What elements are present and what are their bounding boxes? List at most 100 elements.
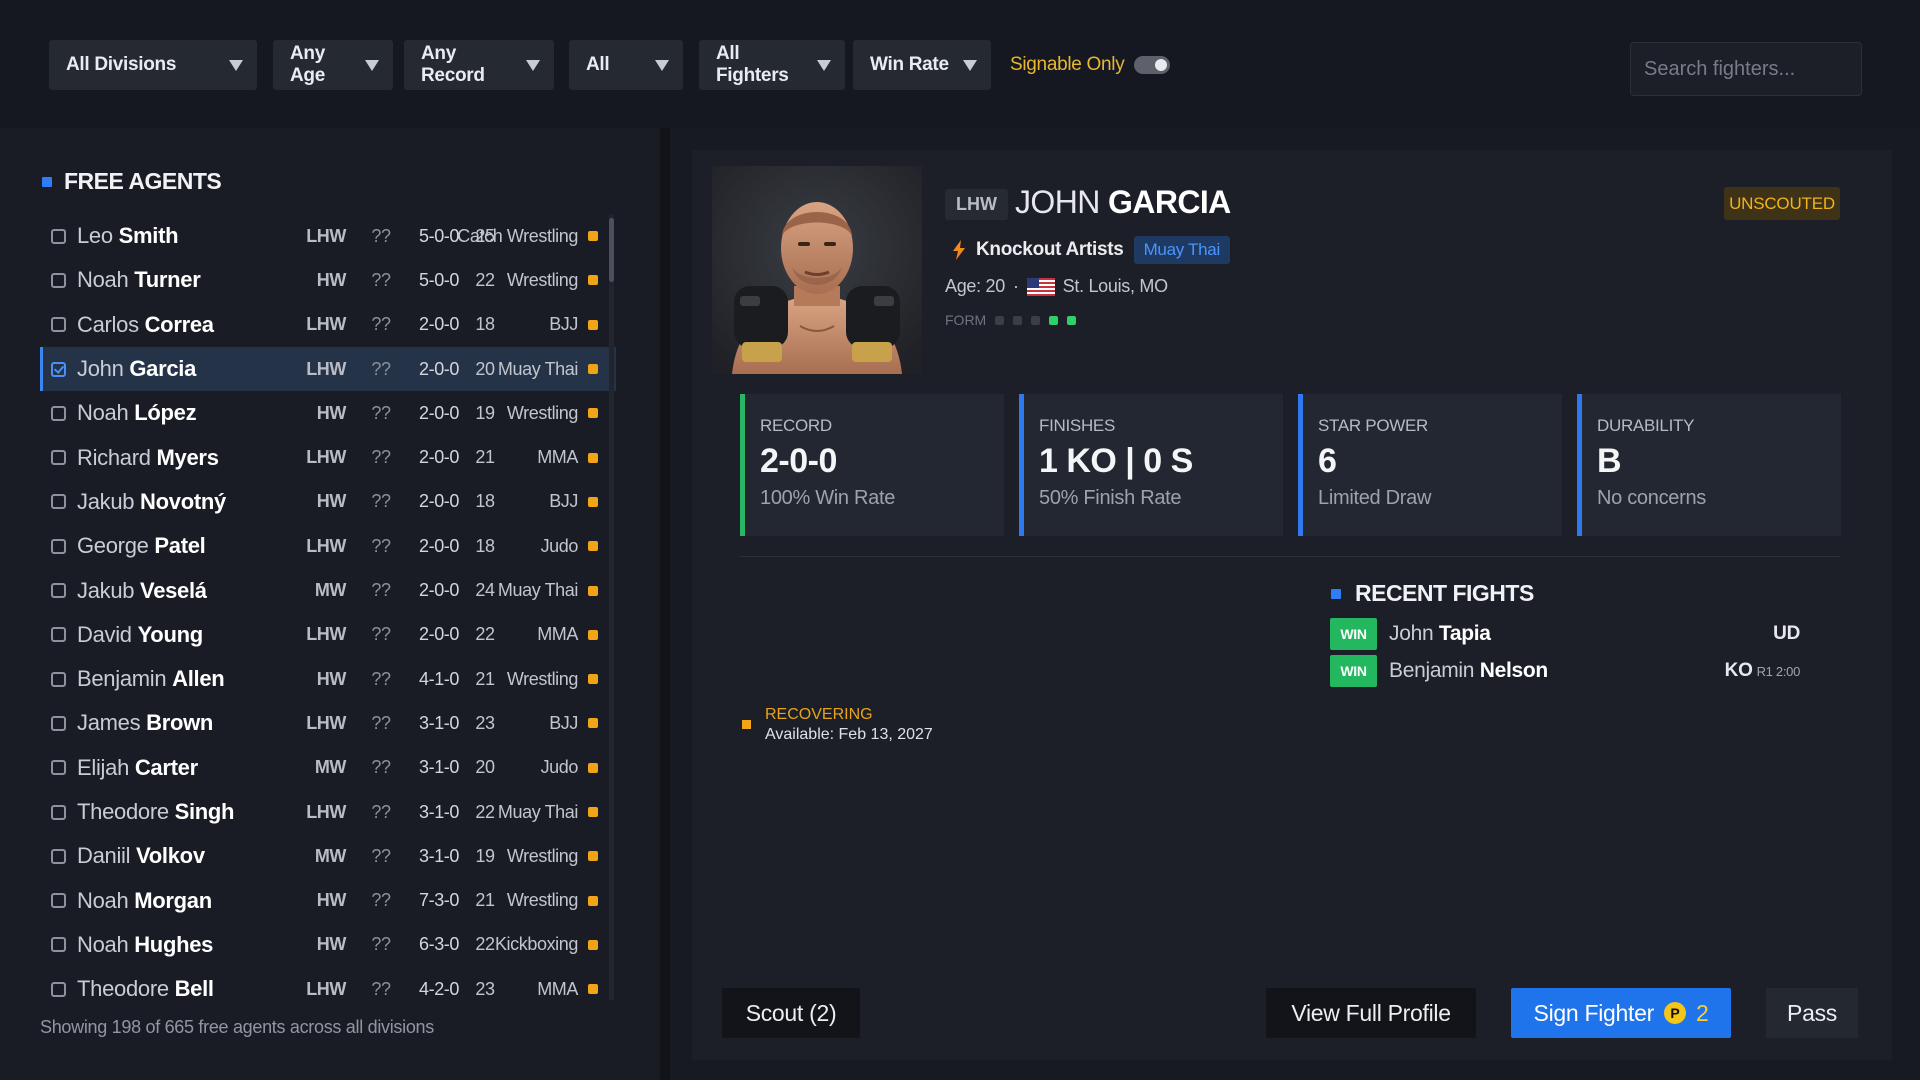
division-filter-dropdown[interactable]: All Divisions	[49, 40, 257, 90]
row-checkbox[interactable]	[51, 804, 66, 820]
row-checkbox[interactable]	[51, 848, 66, 864]
first-name: John	[77, 356, 124, 382]
age-filter-dropdown[interactable]: Any Age	[273, 40, 393, 90]
fighter-name: George Patel	[77, 533, 206, 559]
rating-cell: ??	[371, 535, 391, 556]
scouting-status-badge: UNSCOUTED	[1724, 187, 1840, 220]
availability-date: Available: Feb 13, 2027	[765, 726, 933, 743]
row-checkbox[interactable]	[51, 317, 66, 333]
fighter-list-row[interactable]: Noah Hughes HW?? 6-3-0 22 Kickboxing	[40, 923, 616, 967]
list-scrollbar[interactable]	[609, 214, 614, 1000]
fighter-name: Theodore Singh	[77, 799, 235, 825]
fight-method: UD	[1773, 623, 1800, 645]
style-cell: Wrestling	[506, 845, 578, 866]
stat-label: RECORD	[760, 416, 832, 435]
last-name: Carter	[134, 754, 198, 780]
row-checkbox[interactable]	[51, 981, 66, 997]
rating-cell: ??	[371, 314, 391, 335]
meta-separator: ·	[1012, 276, 1019, 296]
record-cell: 3-1-0	[418, 845, 460, 866]
row-checkbox[interactable]	[51, 937, 66, 953]
status-dot-icon	[588, 452, 598, 463]
record-cell: 2-0-0	[418, 535, 460, 556]
fighter-list-row[interactable]: George Patel LHW?? 2-0-0 18 Judo	[40, 524, 616, 568]
view-full-profile-button[interactable]: View Full Profile	[1266, 988, 1476, 1038]
first-name: David	[77, 621, 132, 647]
last-name: Novotný	[140, 488, 226, 514]
fighter-list-row[interactable]: Noah Turner HW?? 5-0-0 22 Wrestling	[40, 258, 616, 302]
fighter-list-row[interactable]: Carlos Correa LHW?? 2-0-0 18 BJJ	[40, 303, 616, 347]
row-checkbox[interactable]	[51, 760, 66, 776]
status-dot-icon	[588, 718, 598, 729]
signable-only-toggle[interactable]: Signable Only	[1010, 54, 1171, 76]
fighter-name: Leo Smith	[77, 223, 179, 249]
recent-fights-title: RECENT FIGHTS	[1355, 580, 1534, 606]
age-cell: 22	[475, 801, 495, 822]
rating-cell: ??	[371, 845, 391, 866]
category-filter-label: All	[586, 54, 610, 75]
fighter-portrait	[712, 166, 922, 374]
sort-dropdown[interactable]: Win Rate	[853, 40, 991, 90]
fighters-filter-dropdown[interactable]: All Fighters	[699, 40, 845, 90]
fight-time: R1 2:00	[1756, 664, 1801, 679]
fighter-list-row[interactable]: Richard Myers LHW?? 2-0-0 21 MMA	[40, 435, 616, 479]
rating-cell: ??	[371, 757, 391, 778]
recent-fight-row: WIN John Tapia UD	[1330, 618, 1800, 650]
fighter-list-row[interactable]: James Brown LHW?? 3-1-0 23 BJJ	[40, 701, 616, 745]
row-checkbox[interactable]	[51, 583, 66, 599]
row-checkbox[interactable]	[51, 228, 66, 244]
row-checkbox[interactable]	[51, 361, 66, 377]
fighter-list-row[interactable]: Benjamin Allen HW?? 4-1-0 21 Wrestling	[40, 657, 616, 701]
fighter-list-row[interactable]: Theodore Singh LHW?? 3-1-0 22 Muay Thai	[40, 790, 616, 834]
last-name: Allen	[172, 666, 225, 692]
row-checkbox[interactable]	[51, 671, 66, 687]
sort-label: Win Rate	[870, 54, 949, 75]
first-name: Noah	[77, 267, 129, 293]
fighter-list-row[interactable]: Noah López HW?? 2-0-0 19 Wrestling	[40, 391, 616, 435]
row-checkbox[interactable]	[51, 450, 66, 466]
rating-cell: ??	[371, 269, 391, 290]
row-checkbox[interactable]	[51, 893, 66, 909]
fighter-list-row[interactable]: Jakub Novotný HW?? 2-0-0 18 BJJ	[40, 480, 616, 524]
opponent-first-name: John	[1389, 622, 1434, 645]
age-cell: 23	[475, 712, 495, 733]
first-name: Jakub	[77, 488, 135, 514]
fighter-list-row[interactable]: John Garcia LHW?? 2-0-0 20 Muay Thai	[40, 346, 616, 392]
pass-button[interactable]: Pass	[1766, 988, 1858, 1038]
toggle-switch[interactable]	[1134, 56, 1171, 74]
form-label: FORM	[945, 312, 987, 328]
fighter-name: Noah López	[77, 400, 197, 426]
stat-card-star-power: STAR POWER 6 Limited Draw	[1298, 394, 1562, 536]
scout-button[interactable]: Scout (2)	[722, 988, 860, 1038]
panel-divider	[660, 128, 670, 1080]
sign-fighter-button[interactable]: Sign Fighter P 2	[1511, 988, 1731, 1038]
fighter-list-row[interactable]: David Young LHW?? 2-0-0 22 MMA	[40, 613, 616, 657]
scrollbar-thumb[interactable]	[609, 218, 614, 282]
first-name: Carlos	[77, 311, 139, 337]
age-cell: 24	[475, 580, 495, 601]
row-checkbox[interactable]	[51, 494, 66, 510]
row-checkbox[interactable]	[51, 272, 66, 288]
age-cell: 20	[475, 757, 495, 778]
fighter-list-row[interactable]: Leo Smith LHW?? 5-0-0 25 Catch Wrestling	[40, 214, 616, 258]
row-checkbox[interactable]	[51, 715, 66, 731]
row-checkbox[interactable]	[51, 538, 66, 554]
rating-cell: ??	[371, 712, 391, 733]
category-filter-dropdown[interactable]: All	[569, 40, 683, 90]
rating-cell: ??	[371, 624, 391, 645]
row-checkbox[interactable]	[51, 405, 66, 421]
style-cell: Wrestling	[506, 668, 578, 689]
first-name: Jakub	[77, 577, 135, 603]
record-filter-dropdown[interactable]: Any Record	[404, 40, 554, 90]
fighter-list-row[interactable]: Theodore Bell LHW?? 4-2-0 23 MMA	[40, 967, 616, 1000]
last-name: Turner	[134, 267, 201, 293]
fighter-list-row[interactable]: Daniil Volkov MW?? 3-1-0 19 Wrestling	[40, 834, 616, 878]
fighter-list-row[interactable]: Noah Morgan HW?? 7-3-0 21 Wrestling	[40, 878, 616, 922]
last-name: Hughes	[134, 931, 214, 957]
row-checkbox[interactable]	[51, 627, 66, 643]
search-input[interactable]	[1630, 42, 1862, 96]
fighter-list-row[interactable]: Jakub Veselá MW?? 2-0-0 24 Muay Thai	[40, 568, 616, 612]
style-cell: BJJ	[549, 491, 578, 512]
record-filter-label: Any Record	[421, 43, 485, 86]
fighter-list-row[interactable]: Elijah Carter MW?? 3-1-0 20 Judo	[40, 746, 616, 790]
